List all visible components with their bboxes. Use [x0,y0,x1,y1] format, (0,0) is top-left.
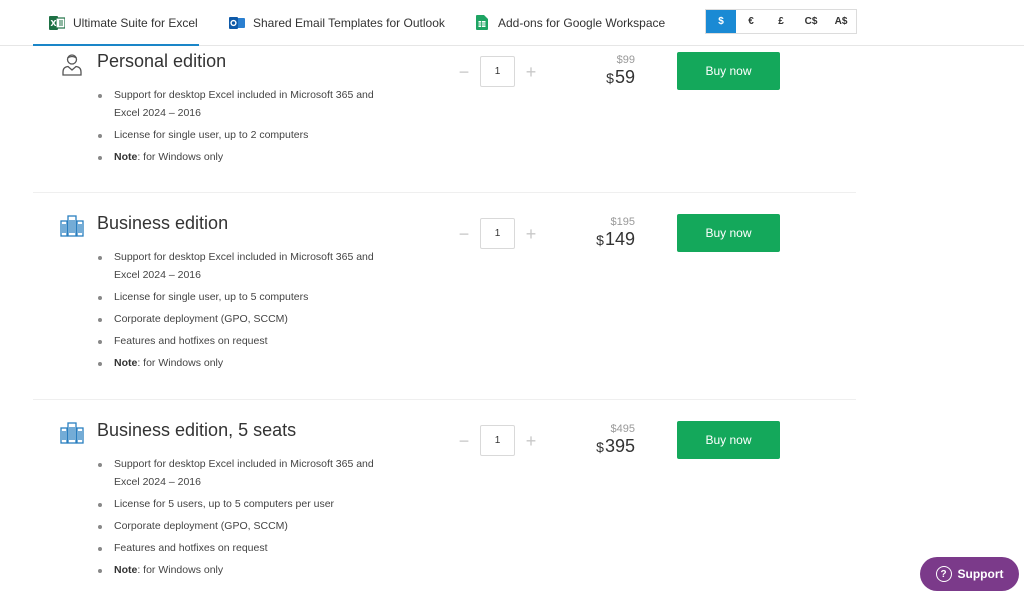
product-business: Business edition Support for desktop Exc… [33,193,856,400]
quantity-stepper: − 1 + [456,218,539,249]
price-block: $99 $59 [555,54,635,88]
excel-icon: X [49,15,65,31]
feature-item: Support for desktop Excel included in Mi… [96,455,386,491]
tab-label: Shared Email Templates for Outlook [253,15,445,30]
feature-item: License for 5 users, up to 5 computers p… [96,495,386,513]
increment-button[interactable]: + [523,63,539,81]
tab-ultimate-suite[interactable]: X Ultimate Suite for Excel [33,0,199,46]
tab-label: Ultimate Suite for Excel [73,15,198,30]
price-block: $195 $149 [555,216,635,250]
feature-note: Note: for Windows only [96,354,386,372]
new-price: $149 [555,229,635,250]
currency-usd[interactable]: $ [706,10,736,33]
quantity-input[interactable]: 1 [480,56,515,87]
feature-item: Features and hotfixes on request [96,332,386,350]
feature-item: Support for desktop Excel included in Mi… [96,86,386,122]
feature-item: Corporate deployment (GPO, SCCM) [96,517,386,535]
product-business-5-seats: Business edition, 5 seats Support for de… [33,400,856,594]
quantity-input[interactable]: 1 [480,218,515,249]
currency-cad[interactable]: C$ [796,10,826,33]
currency-symbol: $ [596,439,604,455]
tab-google-addons[interactable]: Add-ons for Google Workspace [474,0,665,45]
feature-note: Note: for Windows only [96,148,386,166]
buy-now-button[interactable]: Buy now [677,214,780,252]
quantity-stepper: − 1 + [456,56,539,87]
product-title: Business edition [97,213,229,233]
note-text: : for Windows only [137,151,224,163]
question-icon: ? [935,566,952,582]
currency-symbol: $ [606,70,614,86]
support-button[interactable]: ? Support [920,557,1019,591]
quantity-stepper: − 1 + [456,425,539,456]
old-price: $495 [610,423,635,435]
currency-aud[interactable]: A$ [826,10,856,33]
note-text: : for Windows only [137,564,224,576]
buy-now-button[interactable]: Buy now [677,421,780,459]
currency-gbp[interactable]: £ [766,10,796,33]
old-price: $99 [616,54,635,66]
feature-item: Corporate deployment (GPO, SCCM) [96,310,386,328]
product-title: Personal edition [97,51,227,71]
currency-eur[interactable]: € [736,10,766,33]
quantity-input[interactable]: 1 [480,425,515,456]
new-price: $395 [555,436,635,457]
note-label: Note [114,357,138,369]
currency-symbol: $ [596,232,604,248]
new-price: $59 [555,67,635,88]
price-amount: 149 [604,229,635,249]
decrement-button[interactable]: − [456,63,472,81]
svg-text:X: X [50,19,57,28]
product-personal: Personal edition Support for desktop Exc… [33,46,856,193]
feature-item: License for single user, up to 2 compute… [96,126,386,144]
feature-item: Support for desktop Excel included in Mi… [96,248,386,284]
product-tab-bar: X Ultimate Suite for Excel Shared Email … [0,0,1024,46]
feature-item: Features and hotfixes on request [96,539,386,557]
google-sheets-icon [474,15,490,31]
product-title: Business edition, 5 seats [97,420,297,440]
feature-note: Note: for Windows only [96,561,386,579]
note-text: : for Windows only [137,357,224,369]
feature-list: Support for desktop Excel included in Mi… [96,248,386,376]
buy-now-button[interactable]: Buy now [677,52,780,90]
increment-button[interactable]: + [523,432,539,450]
feature-list: Support for desktop Excel included in Mi… [96,455,386,583]
note-label: Note [114,564,138,576]
outlook-icon [229,15,245,31]
tab-email-templates[interactable]: Shared Email Templates for Outlook [229,0,445,45]
old-price: $195 [610,216,635,228]
tab-label: Add-ons for Google Workspace [498,15,666,30]
currency-switcher: $ € £ C$ A$ [705,9,857,34]
decrement-button[interactable]: − [456,225,472,243]
price-block: $495 $395 [555,423,635,457]
building-icon [60,215,84,239]
note-label: Note [114,151,138,163]
feature-list: Support for desktop Excel included in Mi… [96,86,386,170]
price-amount: 59 [614,67,635,87]
person-icon [60,52,84,76]
building-icon [60,422,84,446]
support-label: Support [957,567,1004,581]
increment-button[interactable]: + [523,225,539,243]
price-amount: 395 [604,436,635,456]
decrement-button[interactable]: − [456,432,472,450]
feature-item: License for single user, up to 5 compute… [96,288,386,306]
